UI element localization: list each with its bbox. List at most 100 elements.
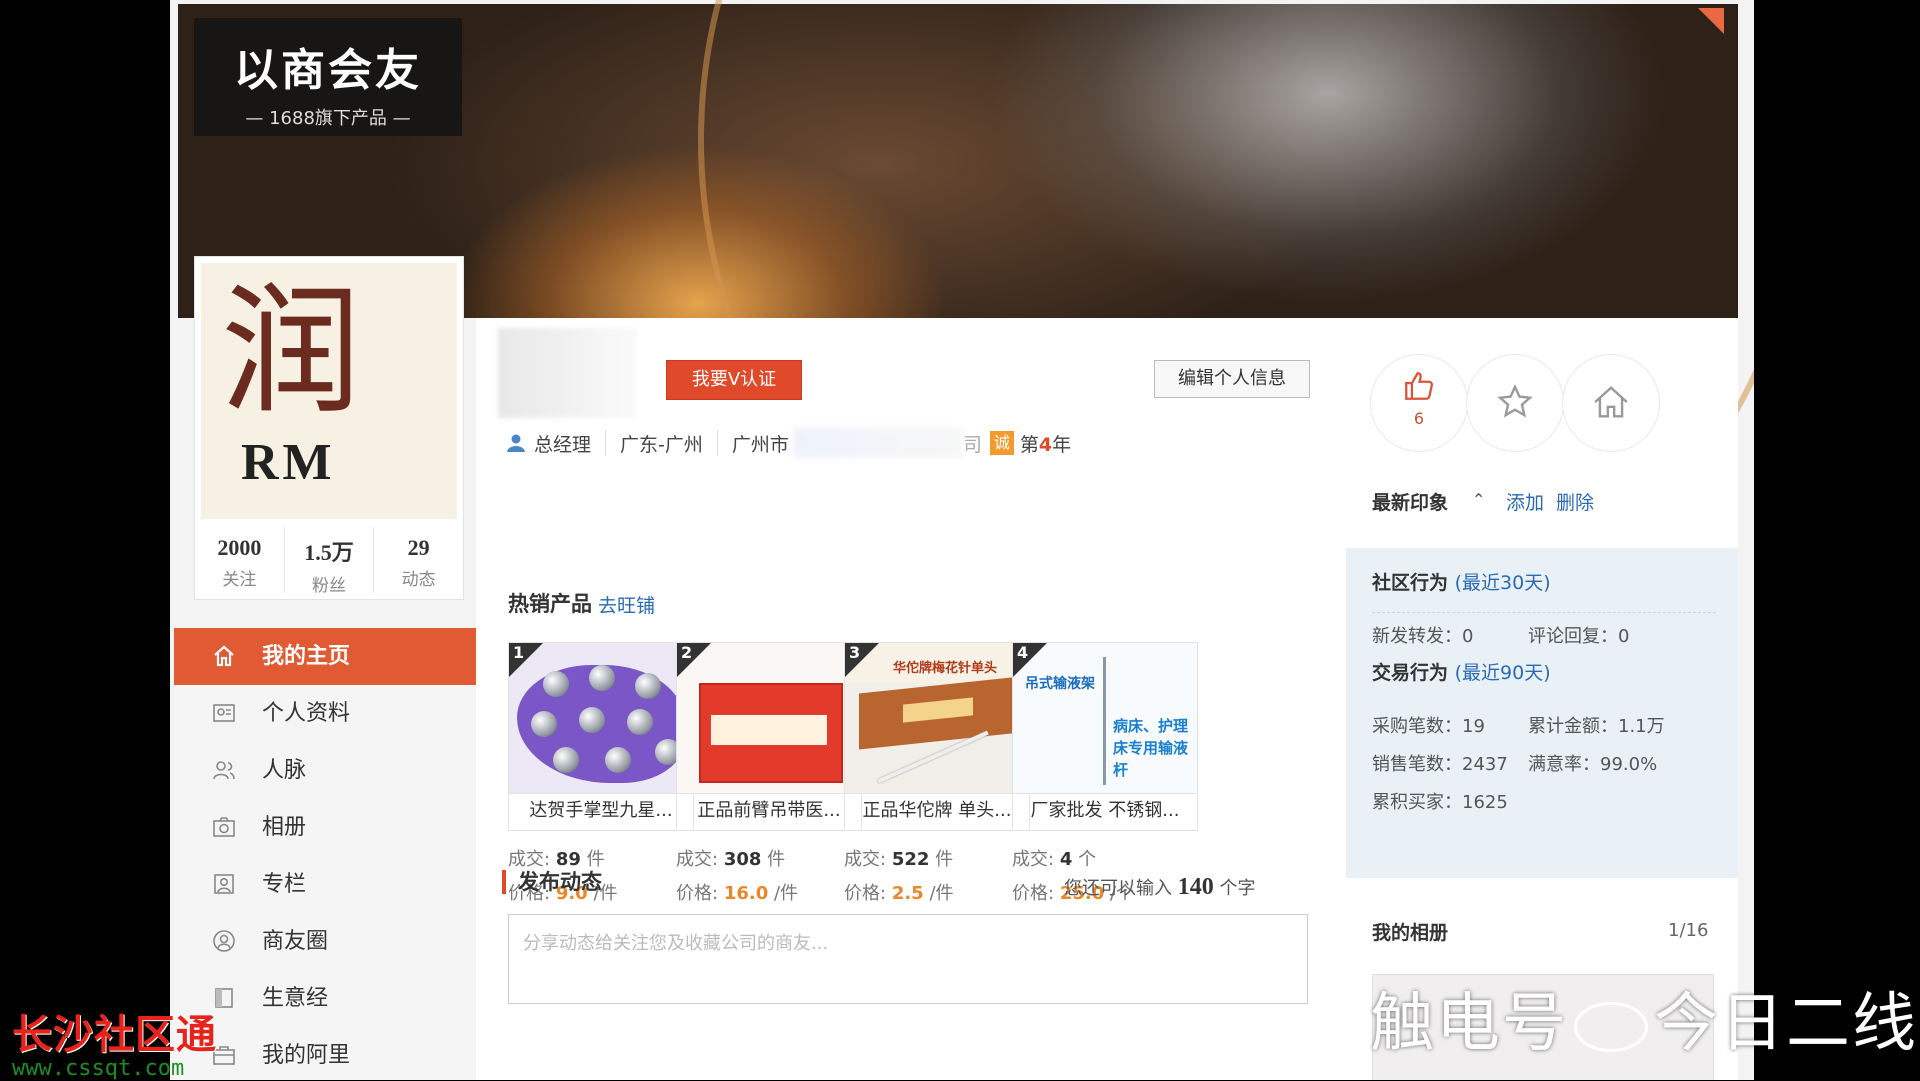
profile-stats: 2000 关注 1.5万 粉丝 29 动态 [195,527,463,596]
user-icon [507,434,525,452]
sidebar-item-label: 我的主页 [262,644,351,669]
community-title-text: 社区行为 [1372,572,1449,594]
sidebar-item-album[interactable]: 相册 [174,799,476,856]
product-name[interactable]: 达贺手掌型九星... [508,794,694,831]
divider [605,430,607,456]
product-image[interactable]: 华佗牌梅花针单头 3 [844,642,1030,794]
hot-products-title: 热销产品 [508,592,592,616]
sales-count-stat: 销售笔数：2437 [1372,754,1508,775]
chevron-up-icon[interactable]: ⌃ [1472,490,1485,509]
massage-ball [531,711,557,737]
banner-corner-flag[interactable] [1698,8,1724,34]
company-suffix[interactable]: 司 [963,430,982,457]
sold-label: 成交: [1012,849,1055,870]
sold-label: 成交: [508,849,551,870]
sold-label: 成交: [676,849,719,870]
edit-profile-button[interactable]: 编辑个人信息 [1154,360,1310,398]
sidebar-item-label: 人脉 [262,758,307,783]
package-label [711,715,827,745]
blurred-company-name [792,428,963,458]
price-label: 价格: [1012,883,1055,904]
product-name[interactable]: 厂家批发 不锈钢... [1012,794,1198,831]
favorite-button[interactable] [1466,354,1564,452]
sidebar-item-home[interactable]: 我的主页 [174,628,476,685]
sidebar-item-profile[interactable]: 个人资料 [174,685,476,742]
sold-label: 成交: [844,849,887,870]
thumbs-up-icon [1405,372,1433,400]
stat-posts[interactable]: 29 动态 [374,527,463,593]
product-image[interactable]: 2 [676,642,862,794]
sidebar-item-my-ali[interactable]: 我的阿里 [174,1027,476,1080]
logo-sub-text: — 1688旗下产品 — [245,108,411,129]
massage-ball [605,747,631,773]
impression-delete-link[interactable]: 删除 [1556,488,1594,515]
stat-fans-count: 1.5万 [304,540,354,565]
price-value: 16.0 [723,883,769,904]
stat-following-count: 2000 [217,535,262,560]
sidebar-nav: 我的主页 个人资料 人脉 相册 专栏 商友圈 生意经 我的阿里 [174,628,476,1080]
product-card[interactable]: 2 正品前臂吊带医... 成交: 308 件 价格: 16.0 /件 [676,642,862,905]
impression-add-link[interactable]: 添加 [1506,488,1544,515]
watermark-text: 长沙社区通 [12,1011,217,1058]
camera-icon [213,817,235,837]
product-price: 价格: 16.0 /件 [676,879,862,905]
right-panel: 6 最新印象 ⌃ 添加 删除 社区行为 (最近30天) 新发转发：0 评论回复：… [1346,318,1738,1080]
new-forward-stat: 新发转发：0 [1372,626,1474,647]
latest-impression-label: 最新印象 [1372,492,1449,514]
logo-main-text: 以商会友 [234,45,422,96]
sidebar-item-business[interactable]: 生意经 [174,970,476,1027]
product-sold: 成交: 89 件 [508,845,694,871]
price-label: 价格: [844,883,887,904]
divider [1372,612,1716,613]
price-unit: /件 [929,883,954,904]
total-amount-stat: 累计金额：1.1万 [1528,716,1665,737]
company-prefix[interactable]: 广州市 [732,430,789,457]
rank-number: 2 [681,643,693,662]
sidebar-item-column[interactable]: 专栏 [174,856,476,913]
product-name[interactable]: 正品华佗牌 单头... [844,794,1030,831]
id-card-icon [213,704,235,722]
chengxintong-badge-icon[interactable]: 诚 [989,431,1014,455]
profile-info-line: 总经理 广东-广州 广州市 司 诚 第4年 [506,426,1071,460]
sidebar-item-friends-circle[interactable]: 商友圈 [174,913,476,970]
stat-following[interactable]: 2000 关注 [195,527,285,593]
trade-title-text: 交易行为 [1372,662,1449,684]
price-value: 2.5 [891,883,924,904]
year-prefix: 第 [1019,433,1039,456]
product-image[interactable]: 吊式输液架 病床、护理床专用输液杆 4 [1012,642,1198,794]
stat-fans[interactable]: 1.5万 粉丝 [285,527,375,596]
avatar[interactable]: 润 RM [201,263,457,519]
sold-count: 522 [891,849,930,870]
site-watermark: 长沙社区通 www.cssqt.com [12,1002,217,1081]
job-title: 总经理 [534,433,592,456]
site-logo[interactable]: 以商会友 — 1688旗下产品 — [194,18,462,136]
visit-home-button[interactable] [1562,354,1660,452]
blurred-username [498,328,638,418]
post-status-input[interactable]: 分享动态给关注您及收藏公司的商友... [508,914,1308,1004]
package-header-text: 华佗牌梅花针单头 [893,661,998,676]
massage-ball [553,747,579,773]
avatar-logo-char: 润 [221,271,362,434]
product-card[interactable]: 吊式输液架 病床、护理床专用输液杆 4 厂家批发 不锈钢... 成交: 4 个 … [1012,642,1198,905]
sidebar-item-contacts[interactable]: 人脉 [174,742,476,799]
product-sold: 成交: 522 件 [844,845,1030,871]
product-card[interactable]: 1 达贺手掌型九星... 成交: 89 件 价格: 9.0 /件 [508,642,694,905]
rank-number: 4 [1017,643,1029,662]
rank-number: 3 [849,643,861,662]
house-icon [1594,386,1628,418]
char-count-number: 140 [1177,874,1214,900]
verify-v-button[interactable]: 我要V认证 [666,360,802,400]
community-period: (最近30天) [1454,572,1551,594]
location: 广东-广州 [620,433,703,456]
product-image[interactable]: 1 [508,642,694,794]
product-card[interactable]: 华佗牌梅花针单头 3 正品华佗牌 单头... 成交: 522 件 价格: 2.5… [844,642,1030,905]
stat-posts-count: 29 [407,535,430,560]
char-count: 您还可以输入 140 个字 [1064,874,1255,901]
like-button[interactable]: 6 [1370,354,1468,452]
community-title: 社区行为 (最近30天) [1372,568,1551,595]
product-name[interactable]: 正品前臂吊带医... [676,794,862,831]
rank-number: 1 [513,643,525,662]
massage-ball [627,709,653,735]
go-to-shop-link[interactable]: 去旺铺 [598,591,655,618]
people-icon [213,761,235,780]
